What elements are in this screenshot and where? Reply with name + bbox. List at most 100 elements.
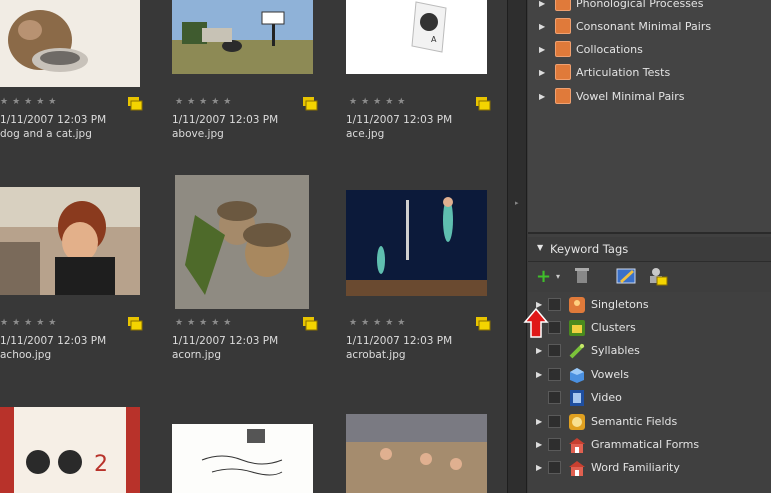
- keyword-checkbox[interactable]: [548, 461, 561, 474]
- word-familiarity-icon: [569, 461, 585, 476]
- basketball-photo: [172, 0, 313, 74]
- keyword-checkbox[interactable]: [548, 391, 561, 404]
- keyword-label: Grammatical Forms: [591, 438, 700, 451]
- tag-badge-icon[interactable]: [302, 315, 318, 331]
- collection-item[interactable]: ▶ Phonological Processes: [528, 0, 771, 16]
- collections-list: ▶ Phonological Processes ▶ Consonant Min…: [528, 0, 771, 234]
- keyword-label: Semantic Fields: [591, 415, 678, 428]
- keyword-checkbox[interactable]: [548, 344, 561, 357]
- collection-item[interactable]: ▶ Vowel Minimal Pairs: [528, 87, 771, 109]
- keyword-label: Vowels: [591, 368, 629, 381]
- rating-stars[interactable]: ★★★★★: [349, 318, 409, 328]
- tag-badge-icon[interactable]: [302, 95, 318, 111]
- thumbnail-image[interactable]: [175, 175, 309, 309]
- thumbnail-image[interactable]: 2: [0, 407, 140, 493]
- thumbnail-image[interactable]: [346, 414, 487, 493]
- collection-label: Collocations: [576, 43, 643, 56]
- thumbnail-image[interactable]: [0, 187, 140, 295]
- tag-people-icon[interactable]: [646, 267, 668, 287]
- tag-badge-icon[interactable]: [475, 95, 491, 111]
- collapse-triangle-icon[interactable]: ▼: [537, 243, 543, 252]
- collection-folder-icon: [555, 0, 571, 11]
- thumbnail-filename: acorn.jpg: [172, 349, 222, 361]
- video-icon: [570, 390, 584, 406]
- collection-label: Articulation Tests: [576, 66, 671, 79]
- keyword-row[interactable]: ▶ Semantic Fields: [528, 411, 771, 434]
- thumbnail-image[interactable]: [346, 190, 487, 296]
- thumbnail-filename: above.jpg: [172, 128, 224, 140]
- expand-arrow-icon[interactable]: ▶: [536, 463, 542, 472]
- thumbnail-grid[interactable]: A ★★★★★ ★★★★★ ★★★★★ 1/11/2007 12:03 PM d…: [0, 0, 507, 493]
- rating-stars[interactable]: ★★★★★: [175, 318, 235, 328]
- thumbnail-image[interactable]: [172, 424, 313, 493]
- keyword-row[interactable]: ▶ Singletons: [528, 294, 771, 317]
- pencil-icon[interactable]: [616, 267, 636, 287]
- thumbnail-date: 1/11/2007 12:03 PM: [172, 335, 279, 347]
- thumbnail-caption: 1/11/2007 12:03 PM dog and a cat.jpg: [0, 113, 106, 141]
- rating-stars[interactable]: ★★★★★: [0, 97, 60, 107]
- expand-arrow-icon[interactable]: ▶: [539, 45, 545, 54]
- thumbnail-image[interactable]: [172, 0, 313, 74]
- collection-item[interactable]: ▶ Collocations: [528, 40, 771, 62]
- keyword-row[interactable]: ▶ Grammatical Forms: [528, 434, 771, 457]
- keyword-checkbox[interactable]: [548, 438, 561, 451]
- collection-label: Phonological Processes: [576, 0, 704, 10]
- thumbnail-date: 1/11/2007 12:03 PM: [0, 335, 107, 347]
- collection-item[interactable]: ▶ Articulation Tests: [528, 63, 771, 85]
- expand-arrow-icon[interactable]: ▶: [536, 346, 542, 355]
- thumbnail-caption: 1/11/2007 12:03 PM acrobat.jpg: [346, 334, 452, 362]
- singletons-icon: [569, 297, 585, 313]
- collapse-grip-icon[interactable]: ▸: [515, 199, 520, 209]
- collection-item[interactable]: ▶ Consonant Minimal Pairs: [528, 17, 771, 39]
- keyword-label: Singletons: [591, 298, 649, 311]
- expand-arrow-icon[interactable]: ▶: [536, 440, 542, 449]
- grammatical-forms-icon: [569, 438, 585, 453]
- expand-arrow-icon[interactable]: ▶: [536, 417, 542, 426]
- trash-icon[interactable]: [575, 267, 589, 287]
- clusters-icon: [569, 320, 585, 336]
- thumbnail-caption: 1/11/2007 12:03 PM acorn.jpg: [172, 334, 278, 362]
- keyword-checkbox[interactable]: [548, 298, 561, 311]
- tag-badge-icon[interactable]: [127, 95, 143, 111]
- thumbnail-date: 1/11/2007 12:03 PM: [0, 114, 107, 126]
- thumbnail-image[interactable]: [0, 0, 140, 87]
- collection-folder-icon: [555, 18, 571, 34]
- rating-stars[interactable]: ★★★★★: [349, 97, 409, 107]
- keyword-row[interactable]: ▶ Vowels: [528, 364, 771, 387]
- keyword-label: Syllables: [591, 344, 640, 357]
- tag-badge-icon[interactable]: [475, 315, 491, 331]
- keyword-row[interactable]: ▶ Word Familiarity: [528, 457, 771, 480]
- keyword-label: Video: [591, 391, 622, 404]
- rating-stars[interactable]: ★★★★★: [0, 318, 60, 328]
- collection-label: Vowel Minimal Pairs: [576, 90, 685, 103]
- keyword-checkbox[interactable]: [548, 368, 561, 381]
- expand-arrow-icon[interactable]: ▶: [539, 68, 545, 77]
- keyword-row[interactable]: Video: [528, 387, 771, 410]
- semantic-fields-icon: [569, 414, 585, 430]
- collection-label: Consonant Minimal Pairs: [576, 20, 712, 33]
- expand-arrow-icon[interactable]: ▶: [539, 22, 545, 31]
- thumbnail-filename: ace.jpg: [346, 128, 385, 140]
- expand-arrow-icon[interactable]: ▶: [539, 92, 545, 101]
- dropdown-arrow-icon[interactable]: ▾: [556, 267, 560, 287]
- thumbnail-date: 1/11/2007 12:03 PM: [346, 335, 453, 347]
- keyword-checkbox[interactable]: [548, 415, 561, 428]
- organize-panel: ▶ Phonological Processes ▶ Consonant Min…: [528, 0, 771, 493]
- keyword-checkbox[interactable]: [548, 321, 561, 334]
- keyword-tags-header[interactable]: ▼ Keyword Tags: [528, 237, 771, 262]
- rating-stars[interactable]: ★★★★★: [175, 97, 235, 107]
- keyword-row[interactable]: ▶ Clusters: [528, 317, 771, 340]
- plus-icon[interactable]: +: [536, 267, 551, 287]
- keyword-label: Clusters: [591, 321, 636, 334]
- keyword-row[interactable]: ▶ Syllables: [528, 340, 771, 363]
- thumbnail-caption: 1/11/2007 12:03 PM ace.jpg: [346, 113, 452, 141]
- expand-arrow-icon[interactable]: ▶: [539, 0, 545, 8]
- thumbnail-date: 1/11/2007 12:03 PM: [346, 114, 453, 126]
- acorn-photo: [175, 175, 309, 309]
- thumbnail-filename: dog and a cat.jpg: [0, 128, 92, 140]
- thumbnail-image[interactable]: A: [346, 0, 487, 74]
- tag-badge-icon[interactable]: [127, 315, 143, 331]
- achoo-photo: [0, 187, 140, 295]
- expand-arrow-icon[interactable]: ▶: [536, 370, 542, 379]
- panel-splitter[interactable]: ▸: [507, 0, 527, 493]
